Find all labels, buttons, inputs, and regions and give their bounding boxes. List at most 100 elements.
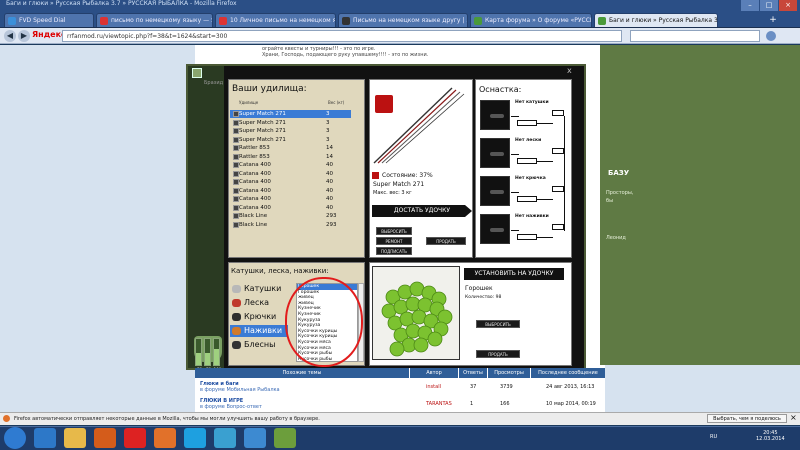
category-item[interactable]: Наживки	[230, 325, 288, 337]
rod-weight-cell: 3	[326, 111, 330, 117]
browser-tab[interactable]: Баги и глюки » Русская Рыбалка 3.7 ...	[594, 13, 718, 27]
tackle-slot-label: Нет катушки	[515, 100, 549, 105]
choose-share-button[interactable]: Выбрать, чем я поделюсь	[707, 414, 787, 423]
sidebar-icon[interactable]	[192, 68, 202, 78]
gauge-bar: 100	[213, 338, 221, 372]
topic-replies: 37	[470, 384, 477, 390]
tackle-connector	[537, 237, 553, 238]
browser-tab[interactable]: FVD Speed Dial	[4, 13, 94, 27]
rod-row[interactable]: Super Match 271 3	[230, 119, 351, 127]
rod-weight-cell: 40	[326, 196, 333, 202]
browser-tab[interactable]: 10 Личное письмо на немецком языке	[215, 13, 336, 27]
sign-rod-button[interactable]: ПОДПИСАТЬ	[376, 247, 412, 255]
rod-row[interactable]: Catana 400 40	[230, 187, 351, 195]
peas-image	[372, 266, 460, 360]
banner-line: Просторы,	[606, 190, 634, 196]
minimize-button[interactable]: –	[741, 0, 759, 11]
taskbar-photo-icon[interactable]	[274, 428, 296, 448]
taskbar-firefox-icon[interactable]	[154, 428, 176, 448]
browser-tab[interactable]: письмо по немецкому языку — Янд...	[96, 13, 213, 27]
rod-row[interactable]: Black Line 293	[230, 212, 351, 220]
rod-row[interactable]: Catana 400 40	[230, 170, 351, 178]
taskbar-yandex-icon[interactable]	[124, 428, 146, 448]
tab-label: Письмо на немецком языке другу | ...	[353, 17, 468, 24]
throw-bait-button[interactable]: ВЫБРОСИТЬ	[476, 320, 520, 328]
rod-row[interactable]: Catana 400 40	[230, 195, 351, 203]
sell-rod-button[interactable]: ПРОДАТЬ	[426, 237, 466, 245]
rod-name-cell: Catana 400	[239, 196, 271, 202]
category-item[interactable]: Катушки	[230, 283, 288, 295]
category-item[interactable]: Блесны	[230, 339, 288, 351]
tackle-connector	[511, 230, 519, 231]
browser-tab[interactable]: Карта форума » О форуме «РУССК...	[470, 13, 592, 27]
tackle-slot-bar	[552, 186, 564, 192]
tackle-slot-icon	[490, 190, 504, 194]
topic-last-post[interactable]: 24 авг 2013, 16:13	[546, 384, 595, 390]
rod-weight-cell: 293	[326, 221, 337, 228]
rod-name-cell: Black Line	[239, 213, 268, 219]
taskbar-explorer-icon[interactable]	[64, 428, 86, 448]
tackle-connector	[537, 123, 553, 124]
clock[interactable]: 20:45 12.03.2014	[756, 430, 785, 442]
pea	[427, 331, 443, 347]
rod-row[interactable]: Super Match 271 3	[230, 127, 351, 135]
sell-bait-button[interactable]: ПРОДАТЬ	[476, 350, 520, 358]
category-item[interactable]: Леска	[230, 297, 288, 309]
tackle-slot[interactable]	[480, 176, 510, 206]
tab-label: Карта форума » О форуме «РУССК...	[485, 17, 592, 24]
get-rod-button[interactable]: ДОСТАТЬ УДОЧКУ	[372, 205, 472, 217]
category-icon	[232, 341, 241, 349]
language-indicator[interactable]: RU	[710, 434, 717, 440]
rod-row[interactable]: Rattler 853 14	[230, 153, 351, 161]
throw-rod-button[interactable]: ВЫБРОСИТЬ	[376, 227, 412, 235]
tab-favicon-icon	[8, 17, 16, 25]
gauge-fill	[196, 353, 201, 365]
category-item[interactable]: Крючки	[230, 311, 288, 323]
tackle-slot-bar	[517, 120, 537, 126]
category-icon	[232, 285, 241, 293]
topic-forum[interactable]: в форуме Вопрос-ответ	[200, 404, 262, 410]
rod-row[interactable]: Super Match 271 3	[230, 110, 351, 118]
search-input[interactable]	[630, 30, 760, 42]
tab-favicon-icon	[598, 17, 606, 25]
tackle-title: Оснастка:	[479, 85, 522, 94]
tackle-connector	[511, 116, 519, 117]
url-bar[interactable]: rrfanmod.ru/viewtopic.php?f=38&t=1624&st…	[62, 30, 622, 42]
repair-button[interactable]: РЕМОНТ	[376, 237, 412, 245]
close-notification-icon[interactable]: ×	[790, 413, 797, 422]
topic-last-post[interactable]: 10 мар 2014, 00:19	[546, 401, 596, 407]
home-icon[interactable]	[766, 31, 776, 41]
window-controls: – □ ×	[740, 0, 800, 12]
tab-label: письмо по немецкому языку — Янд...	[111, 17, 212, 24]
browser-tab[interactable]: Письмо на немецком языке другу | ...	[338, 13, 468, 27]
rod-row[interactable]: Catana 400 40	[230, 204, 351, 212]
maximize-button[interactable]: □	[760, 0, 778, 11]
back-icon[interactable]: ◀	[4, 30, 16, 42]
taskbar-s-icon[interactable]	[244, 428, 266, 448]
tackle-slot[interactable]	[480, 100, 510, 130]
taskbar-game-icon[interactable]	[214, 428, 236, 448]
new-tab-button[interactable]: +	[766, 14, 780, 26]
taskbar-skype-icon[interactable]	[184, 428, 206, 448]
topic-author[interactable]: TARANTAS	[426, 401, 452, 407]
rod-row[interactable]: Super Match 271 3	[230, 136, 351, 144]
install-on-rod-button[interactable]: УСТАНОВИТЬ НА УДОЧКУ	[464, 268, 564, 280]
rod-row[interactable]: Black Line 293	[230, 221, 351, 229]
rod-name-cell: Black Line	[239, 221, 268, 228]
topic-forum[interactable]: в форуме Мобильная Рыбалка	[200, 387, 280, 393]
close-window-button[interactable]: ×	[779, 0, 797, 11]
taskbar-ie-icon[interactable]	[34, 428, 56, 448]
taskbar-media-icon[interactable]	[94, 428, 116, 448]
rod-weight-cell: 293	[326, 213, 337, 219]
topic-author[interactable]: install	[426, 384, 441, 390]
start-button[interactable]	[4, 427, 26, 449]
tackle-slot[interactable]	[480, 214, 510, 244]
category-label: Блесны	[244, 340, 276, 349]
rod-row[interactable]: Catana 400 40	[230, 178, 351, 186]
rod-row[interactable]: Rattler 853 14	[230, 144, 351, 152]
rod-row[interactable]: Catana 400 40	[230, 161, 351, 169]
forward-icon[interactable]: ▶	[18, 30, 30, 42]
close-icon[interactable]: x	[567, 66, 572, 75]
th-replies: Ответы	[459, 368, 487, 378]
tackle-slot[interactable]	[480, 138, 510, 168]
